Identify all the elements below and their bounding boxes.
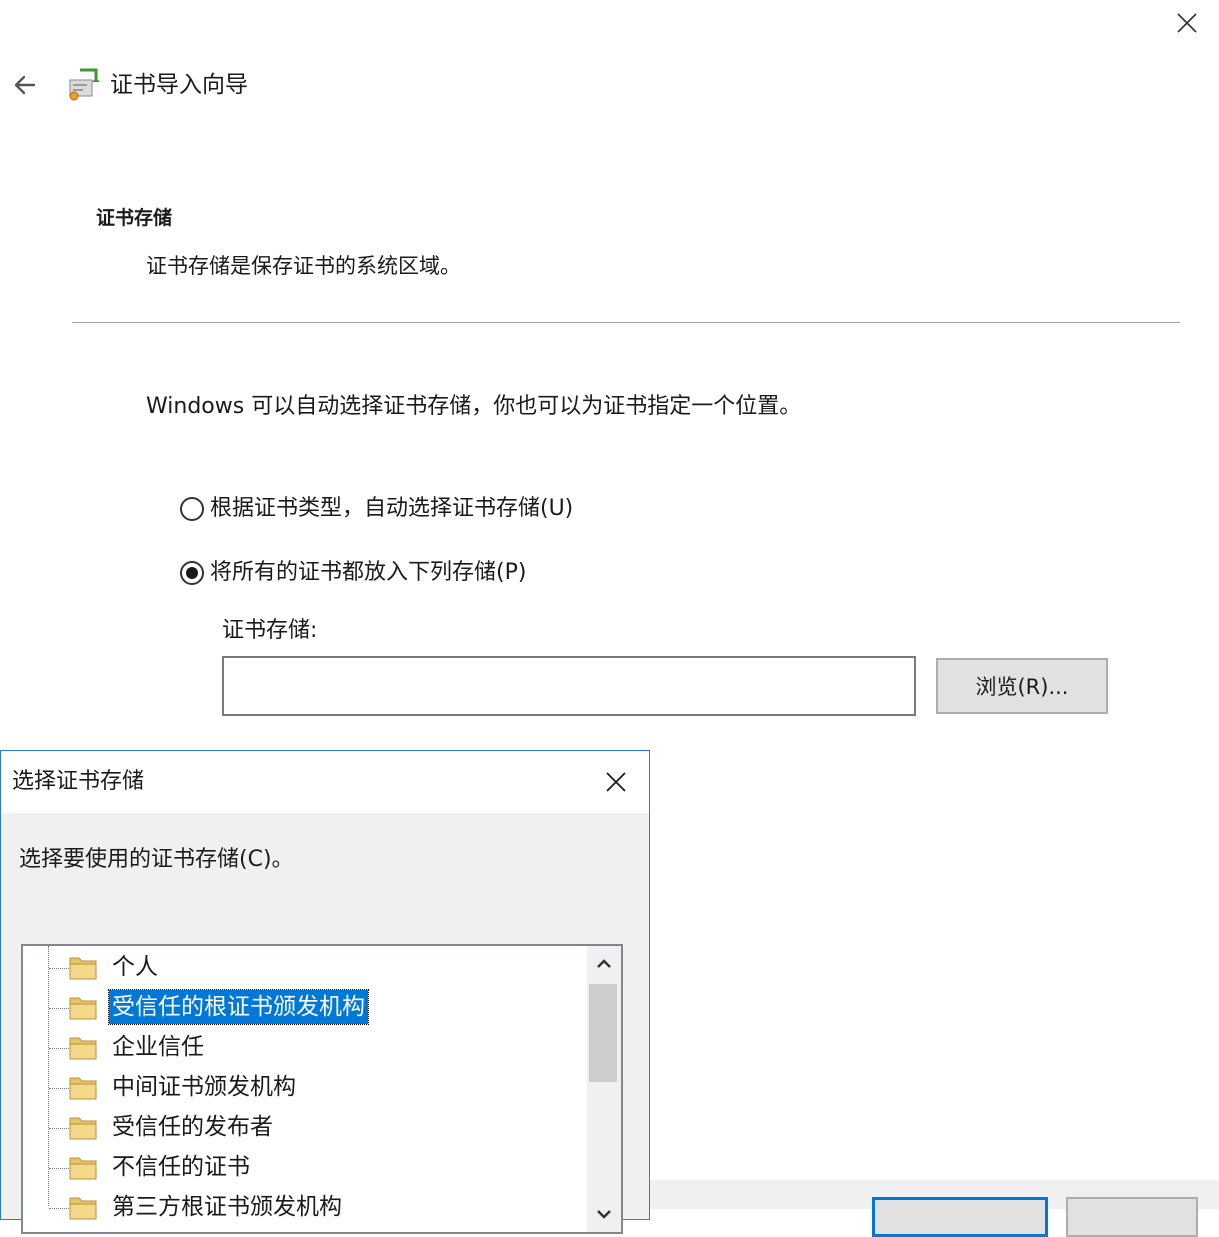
tree-item-label: 企业信任 (112, 1034, 204, 1060)
radio-circle-checked[interactable] (180, 561, 204, 585)
folder-icon (69, 957, 97, 980)
tree-item[interactable]: 中间证书颁发机构 (23, 1068, 583, 1108)
tree-connector (49, 1128, 69, 1129)
folder-icon (69, 1197, 97, 1220)
store-tree[interactable]: 个人受信任的根证书颁发机构企业信任中间证书颁发机构 受信任的发布者 不信任的证书第三… (21, 944, 623, 1234)
tree-item-label: 个人 (112, 954, 158, 980)
certificate-store-input[interactable] (222, 656, 916, 716)
dialog-close-icon[interactable] (599, 765, 633, 799)
section-description: 证书存储是保存证书的系统区域。 (146, 254, 461, 278)
folder-icon (69, 1117, 97, 1140)
intro-text: Windows 可以自动选择证书存储，你也可以为证书指定一个位置。 (146, 394, 802, 419)
next-button[interactable] (872, 1197, 1048, 1237)
certificate-store-label: 证书存储: (222, 618, 318, 643)
tree-item-label: 不信任的证书 (112, 1154, 250, 1180)
radio-manual-label: 将所有的证书都放入下列存储(P) (210, 560, 527, 585)
tree-connector (49, 1008, 69, 1009)
scroll-up-icon[interactable] (587, 946, 621, 982)
select-store-dialog: 选择证书存储 选择要使用的证书存储(C)。 个人受信任的根证书颁发机构企业信任中… (0, 750, 650, 1234)
cancel-button[interactable] (1066, 1197, 1198, 1237)
dialog-prompt: 选择要使用的证书存储(C)。 (19, 847, 294, 872)
tree-item[interactable]: 企业信任 (23, 1028, 583, 1068)
radio-auto-label: 根据证书类型，自动选择证书存储(U) (210, 496, 574, 521)
scroll-down-icon[interactable] (587, 1196, 621, 1232)
radio-place-all-in-store[interactable]: 将所有的证书都放入下列存储(P) (180, 556, 526, 590)
tree-connector (49, 1168, 69, 1169)
certificate-wizard-icon (69, 68, 100, 101)
tree-item-label: 中间证书颁发机构 (112, 1074, 296, 1100)
tree-connector (49, 1088, 69, 1089)
folder-icon (69, 1157, 97, 1180)
tree-item-label: 受信任的发布者 (112, 1114, 273, 1140)
back-arrow-icon[interactable] (8, 68, 42, 102)
radio-circle[interactable] (180, 497, 204, 521)
scroll-thumb[interactable] (589, 984, 617, 1082)
browse-button[interactable]: 浏览(R)... (936, 658, 1108, 714)
wizard-title: 证书导入向导 (110, 72, 248, 98)
folder-icon (69, 1037, 97, 1060)
tree-item[interactable]: 受信任的发布者 (23, 1108, 583, 1148)
divider (72, 322, 1180, 323)
tree-connector (49, 968, 69, 969)
tree-item[interactable]: 不信任的证书 (23, 1148, 583, 1188)
radio-auto-select-store[interactable]: 根据证书类型，自动选择证书存储(U) (180, 492, 573, 526)
tree-item[interactable]: 受信任的根证书颁发机构 (23, 988, 583, 1028)
tree-item-label: 受信任的根证书颁发机构 (108, 989, 369, 1025)
tree-connector (49, 1048, 69, 1049)
folder-icon (69, 997, 97, 1020)
dialog-title: 选择证书存储 (12, 769, 145, 794)
tree-item[interactable]: 第三方根证书颁发机构 (23, 1188, 583, 1228)
tree-item[interactable]: 个人 (23, 948, 583, 988)
folder-icon (69, 1077, 97, 1100)
tree-item-label: 第三方根证书颁发机构 (112, 1194, 342, 1220)
close-icon[interactable] (1170, 6, 1204, 40)
section-title: 证书存储 (96, 207, 173, 229)
